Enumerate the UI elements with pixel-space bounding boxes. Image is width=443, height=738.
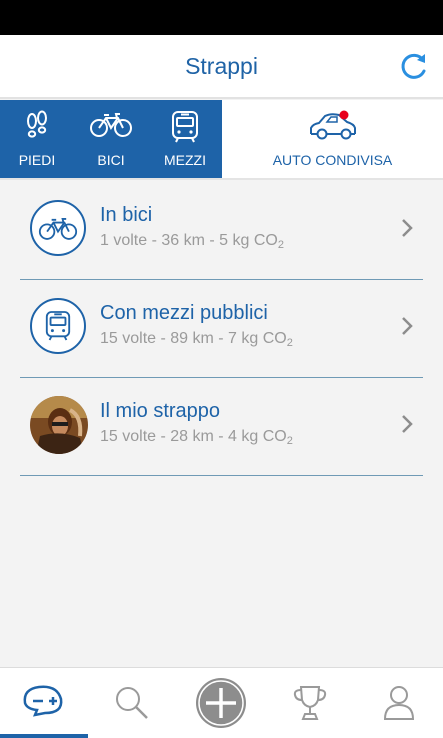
chevron-right-icon	[402, 317, 413, 335]
chevron-right-icon	[402, 415, 413, 433]
bottom-nav	[0, 667, 443, 738]
bus-icon	[30, 298, 86, 354]
row-title: Con mezzi pubblici	[100, 302, 268, 324]
notification-dot	[339, 110, 348, 120]
rides-list: In bici 1 volte - 36 km - 5 kg CO2 Con m…	[0, 182, 443, 476]
mode-tabs: PIEDI BICI MEZZI AUTO CONDIVISA	[0, 100, 443, 180]
add-icon	[196, 678, 246, 728]
nav-profile[interactable]	[355, 668, 443, 738]
car-icon	[307, 110, 359, 147]
chevron-right-icon	[402, 219, 413, 237]
tab-auto-condivisa[interactable]: AUTO CONDIVISA	[222, 100, 443, 178]
nav-add[interactable]	[177, 668, 265, 738]
row-stats: 1 volte - 36 km - 5 kg CO2	[100, 232, 284, 251]
page-title: Strappi	[185, 53, 258, 79]
bus-icon	[170, 110, 200, 149]
nav-search[interactable]	[88, 668, 176, 738]
list-item-mio-strappo[interactable]: Il mio strappo 15 volte - 28 km - 4 kg C…	[0, 378, 443, 476]
list-item-mezzi[interactable]: Con mezzi pubblici 15 volte - 89 km - 7 …	[0, 280, 443, 378]
row-stats: 15 volte - 28 km - 4 kg CO2	[100, 428, 293, 447]
nav-rewards[interactable]	[266, 668, 354, 738]
row-stats: 15 volte - 89 km - 7 kg CO2	[100, 330, 293, 349]
tab-label: PIEDI	[18, 152, 56, 168]
app-header: Strappi	[0, 35, 443, 99]
refresh-icon[interactable]	[397, 51, 429, 83]
tab-bici[interactable]: BICI	[74, 100, 148, 178]
trophy-icon	[293, 686, 327, 720]
row-title: Il mio strappo	[100, 400, 221, 422]
row-title: In bici	[100, 204, 153, 226]
rides-icon	[23, 685, 63, 717]
bicycle-icon	[30, 200, 86, 256]
divider	[20, 475, 423, 476]
search-icon	[116, 687, 148, 719]
nav-rides[interactable]	[0, 668, 88, 738]
status-bar	[0, 0, 443, 35]
tab-mezzi[interactable]: MEZZI	[148, 100, 222, 178]
tab-label: AUTO CONDIVISA	[272, 152, 393, 168]
tab-label: MEZZI	[164, 152, 206, 168]
avatar	[30, 396, 88, 454]
tab-label: BICI	[97, 152, 125, 168]
bicycle-icon	[89, 110, 133, 143]
footsteps-icon	[23, 110, 51, 147]
tab-piedi[interactable]: PIEDI	[0, 100, 74, 178]
profile-icon	[383, 686, 415, 720]
list-item-bici[interactable]: In bici 1 volte - 36 km - 5 kg CO2	[0, 182, 443, 280]
